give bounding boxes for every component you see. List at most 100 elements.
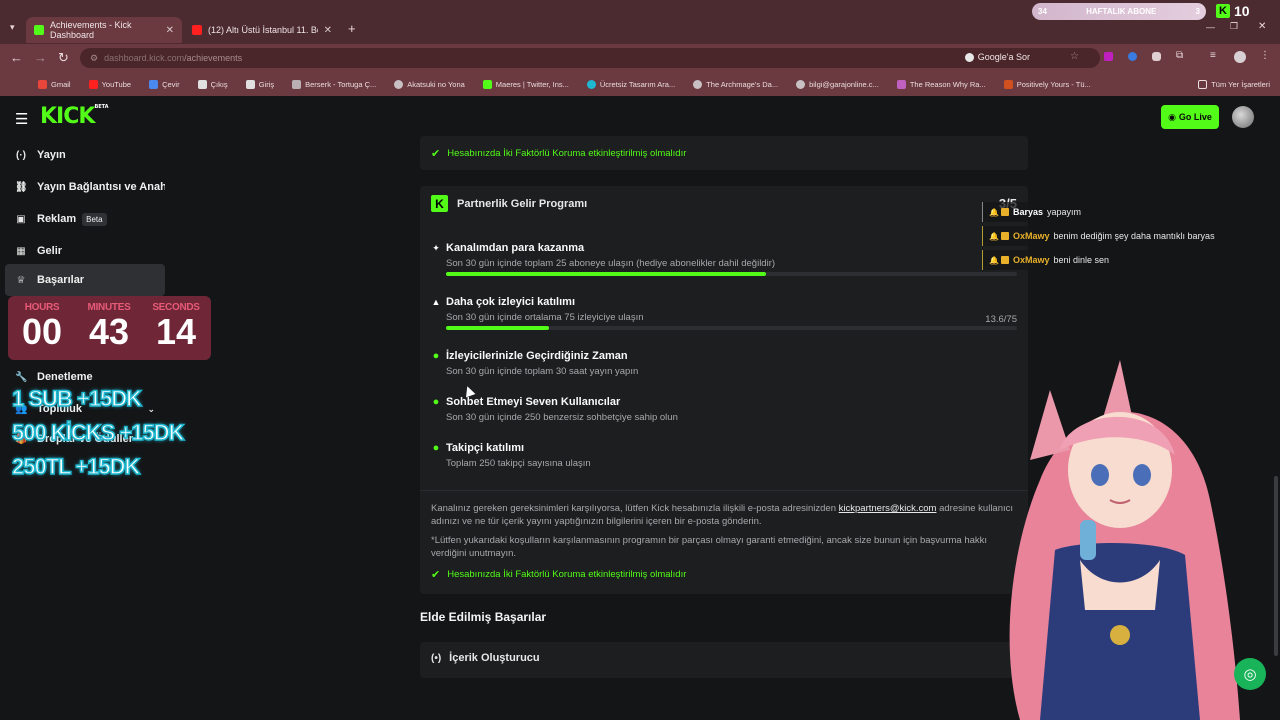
requirement-followers: ● Takipçi katılımı Toplam 250 takipçi say… [431, 442, 1017, 469]
globe-icon [394, 79, 404, 89]
requirement-desc: Son 30 gün içinde toplam 30 saat yayın y… [446, 366, 639, 377]
help-chat-button[interactable]: ◎ [1234, 658, 1266, 690]
broadcast-icon: (·) [16, 149, 26, 161]
url-host: dashboard.kick.com [104, 53, 185, 63]
earned-item-label: İçerik Oluşturucu [449, 652, 540, 664]
browser-chrome: ▾ Achievements - Kick Dashboard ✕ (12) A… [0, 0, 1280, 96]
users-icon: ▲ [431, 297, 441, 307]
chat-text: beni dinle sen [1053, 255, 1110, 265]
close-tab-icon[interactable]: ✕ [166, 25, 174, 36]
extensions-puzzle-icon[interactable]: ⧉ [1176, 50, 1183, 61]
bookmark-item[interactable]: Ücretsiz Tasarım Ara... [586, 79, 675, 89]
extension-icon[interactable] [1128, 52, 1137, 61]
partner-email-link[interactable]: kickpartners@kick.com [839, 503, 937, 514]
requirement-viewers: ▲ Daha çok izleyici katılımı Son 30 gün i… [431, 296, 1017, 330]
profile-avatar[interactable] [1234, 51, 1246, 63]
bookmark-item[interactable]: bilgi@garajonline.c... [796, 79, 879, 89]
progress-bar [446, 326, 1017, 330]
user-avatar[interactable] [1232, 106, 1254, 128]
sparkle-icon: ✦ [432, 242, 440, 253]
hours-value: 00 [21, 311, 63, 352]
bookmark-item[interactable]: Çıkış [197, 79, 228, 89]
bookmark-item[interactable]: Akatsuki no Yona [394, 79, 465, 89]
go-live-button[interactable]: ◉ Go Live [1161, 105, 1219, 129]
beta-badge: Beta [82, 212, 107, 226]
bookmark-star-icon[interactable]: ☆ [1070, 51, 1079, 62]
close-window-icon[interactable]: ✕ [1258, 21, 1266, 32]
chat-message: 🔔 OxMawy beni dinle sen [982, 250, 1122, 270]
divider [420, 490, 1028, 491]
close-tab-icon[interactable]: ✕ [324, 25, 332, 36]
bookmark-item[interactable]: The Reason Why Ra... [896, 79, 986, 89]
sub-goal-remaining: 3 [1195, 7, 1200, 16]
site-icon [292, 79, 302, 89]
menu-icon[interactable]: ☰ [15, 110, 28, 128]
scrollbar[interactable] [1274, 476, 1278, 656]
folder-icon [1198, 79, 1208, 89]
bell-icon: 🔔 [989, 255, 999, 265]
all-bookmarks[interactable]: Tüm Yer İşaretleri [1198, 79, 1270, 89]
minimize-icon[interactable]: — [1206, 22, 1215, 32]
bookmark-item[interactable]: Gmail [38, 79, 71, 89]
forward-icon[interactable]: → [34, 50, 47, 65]
sidebar-item-reklam[interactable]: ▣ Reklam Beta [5, 204, 165, 234]
url-input[interactable]: ⚙ dashboard.kick.com /achievements [80, 48, 1100, 68]
chat-username: Baryas [1012, 207, 1043, 217]
requirement-desc: Son 30 gün içinde ortalama 75 izleyiciye… [446, 312, 644, 323]
new-tab-icon[interactable]: + [348, 21, 356, 36]
bookmark-item[interactable]: YouTube [88, 79, 131, 89]
page-icon [197, 79, 207, 89]
tab-title: (12) Altı Üstü İstanbul 11. Bölüm [208, 25, 318, 35]
back-icon[interactable]: ← [10, 50, 23, 65]
bookmark-item[interactable]: Berserk - Tortuga Ç... [292, 79, 376, 89]
requirement-desc: Son 30 gün içinde 250 benzersiz sohbetçi… [446, 412, 678, 423]
site-icon [482, 79, 492, 89]
reload-icon[interactable]: ↻ [58, 50, 69, 66]
google-ask-label: Google'a Sor [977, 52, 1030, 62]
ad-icon: ▣ [16, 213, 26, 225]
kick-favicon-icon [34, 25, 44, 35]
earned-achievement-card[interactable]: (•) İçerik Oluşturucu [420, 642, 1028, 678]
youtube-icon [88, 79, 98, 89]
bookmark-item[interactable]: Maeres | Twitter, Ins... [482, 79, 569, 89]
sidebar-item-stream-key[interactable]: ⛓Yayın Bağlantısı ve Anahtarı [5, 172, 165, 202]
minutes-value: 43 [88, 311, 130, 352]
tab-achievements[interactable]: Achievements - Kick Dashboard ✕ [26, 17, 182, 43]
tab-youtube[interactable]: (12) Altı Üstü İstanbul 11. Bölüm ✕ [184, 17, 340, 43]
requirement-desc: Toplam 250 takipçi sayısına ulaşın [446, 458, 591, 469]
bookmark-item[interactable]: The Archmage's Da... [693, 79, 778, 89]
sidebar-item-yayin[interactable]: (·) Yayın [5, 140, 165, 170]
google-ask-chip[interactable]: Google'a Sor [964, 52, 1030, 62]
restore-icon[interactable]: ❐ [1230, 21, 1238, 32]
bookmark-item[interactable]: Giriş [245, 79, 274, 89]
requirement-monetize: ✦ Kanalımdan para kazanma Son 30 gün için… [431, 242, 1017, 276]
sidebar-item-basarilar[interactable]: ♕ Başarılar [5, 264, 165, 296]
requirement-desc: Son 30 gün içinde toplam 25 aboneye ulaş… [446, 258, 776, 269]
headset-icon: ◎ [1243, 666, 1257, 683]
chat-text: yapayım [1047, 207, 1082, 217]
extension-icon[interactable] [1152, 52, 1161, 61]
two-factor-requirement: ✔ Hesabınızda İki Faktörlü Koruma etkinle… [431, 148, 687, 160]
site-info-icon[interactable]: ⚙ [90, 53, 98, 64]
sidebar-item-gelir[interactable]: ▦ Gelir [5, 236, 165, 266]
tab-list-icon[interactable]: ▾ [10, 22, 15, 33]
check-circle-icon: ● [432, 442, 440, 454]
program-header: K Partnerlik Gelir Programı [431, 195, 587, 212]
youtube-favicon-icon [192, 25, 202, 35]
bookmark-item[interactable]: Positively Yours - Tü... [1003, 79, 1091, 89]
extension-icon[interactable] [1104, 52, 1113, 61]
browser-menu-icon[interactable]: ⋮ [1260, 50, 1270, 61]
trophy-icon: ♕ [16, 274, 26, 286]
chat-text: benim dediğim şey daha mantıklı baryas [1053, 231, 1215, 241]
link-icon: ⛓ [15, 181, 28, 193]
reading-list-icon[interactable]: ≡ [1210, 50, 1216, 61]
check-circle-icon: ● [432, 396, 440, 408]
partner-program-card: KPartnerlik Gelir Programı 3/5 ✦Kanalımd… [420, 186, 1028, 594]
bell-icon: 🔔 [989, 207, 999, 217]
kick-logo[interactable]: KICKBETA [40, 104, 109, 129]
goal-line: 1 SUB +15DK [11, 385, 143, 412]
sub-goal-current: 34 [1038, 7, 1047, 16]
goal-line: 250TL +15DK [11, 453, 141, 480]
page-icon [245, 79, 255, 89]
bookmark-item[interactable]: Çevir [149, 79, 180, 89]
